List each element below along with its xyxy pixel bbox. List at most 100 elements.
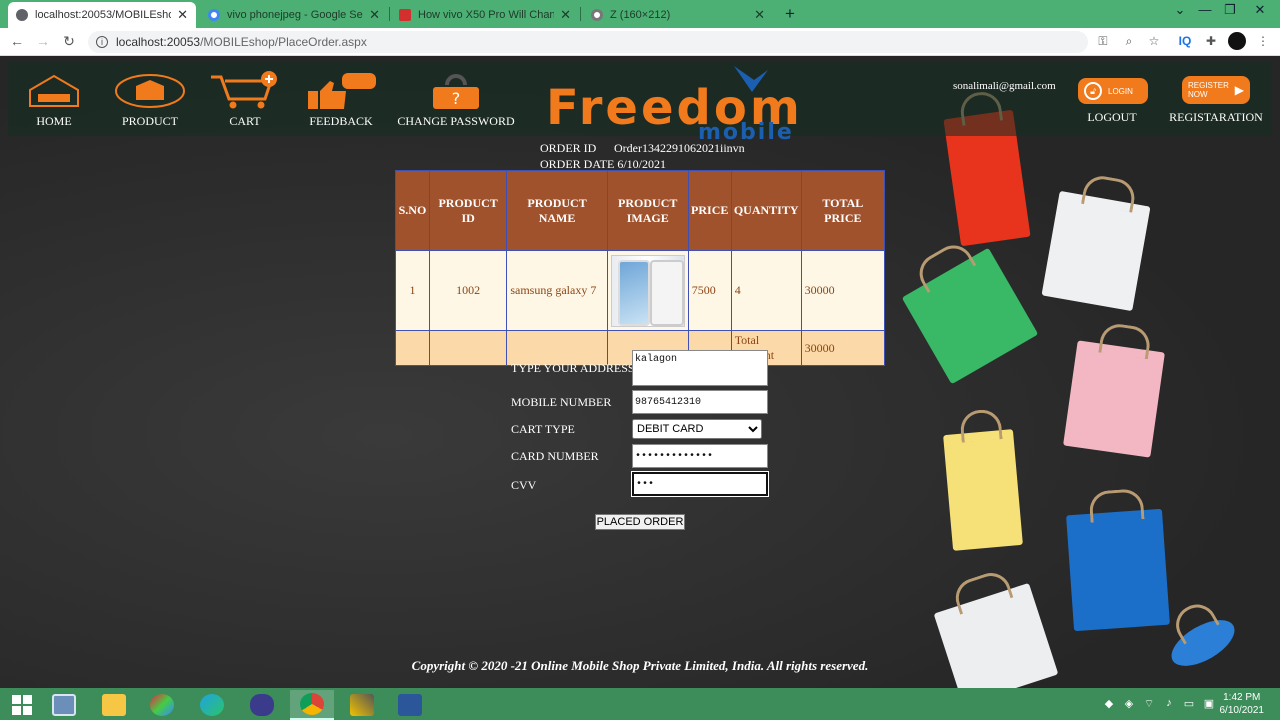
registration-link[interactable]: REGISTARATION: [1168, 110, 1264, 125]
product-box-icon: [112, 70, 188, 112]
globe-icon: [16, 9, 28, 21]
login-badge-label: LOGIN: [1108, 86, 1133, 96]
mobile-label: MOBILE NUMBER: [511, 395, 612, 409]
column-header: PRODUCT ID: [428, 170, 508, 251]
file-explorer-icon[interactable]: [92, 690, 136, 720]
tab-separator: [389, 7, 390, 21]
puzzle-icon[interactable]: ✚: [1202, 34, 1220, 48]
placed-order-button[interactable]: PLACED ORDER: [595, 514, 685, 530]
order-info: ORDER ID Order1342291062021iinvn ORDER DA…: [540, 140, 745, 172]
volume-icon[interactable]: ♪: [1162, 697, 1176, 709]
battery-icon[interactable]: ▭: [1182, 697, 1196, 710]
card-number-field[interactable]: [632, 444, 768, 468]
tray-app-icon[interactable]: ◆: [1102, 697, 1116, 710]
minimize-icon[interactable]: —: [1195, 2, 1215, 17]
word-icon[interactable]: [388, 690, 432, 720]
cvv-field[interactable]: [631, 471, 769, 497]
cell-product-name: samsung galaxy 7: [506, 250, 608, 331]
menu-dots-icon[interactable]: ⋮: [1254, 34, 1272, 48]
globe-icon: [591, 9, 603, 21]
column-header: PRICE: [687, 170, 732, 251]
cart-icon: [208, 70, 282, 112]
order-table: S.NO PRODUCT ID PRODUCT NAME PRODUCT IMA…: [395, 170, 886, 366]
nav-change-password[interactable]: ? CHANGE PASSWORD: [396, 70, 516, 129]
info-icon[interactable]: i: [96, 36, 108, 48]
logout-link[interactable]: LOGOUT: [1080, 110, 1144, 125]
freedom-mobile-logo[interactable]: Freedom mobile: [546, 66, 846, 145]
profile-avatar[interactable]: [1228, 32, 1246, 50]
nav-product[interactable]: PRODUCT: [112, 70, 188, 129]
card-number-label: CARD NUMBER: [511, 449, 599, 463]
total-amount-value: 30000: [800, 330, 886, 366]
zoom-icon[interactable]: ⌕: [1120, 34, 1138, 49]
system-clock[interactable]: 1:42 PM 6/10/2021: [1220, 691, 1265, 717]
computer-icon[interactable]: [42, 690, 86, 720]
shopping-bag-image: [1041, 190, 1151, 312]
google-icon: [208, 9, 220, 21]
browser-tab-active[interactable]: localhost:20053/MOBILEshop/Pla ✕: [8, 2, 196, 28]
table-header-row: S.NO PRODUCT ID PRODUCT NAME PRODUCT IMA…: [395, 170, 886, 251]
back-arrow-icon[interactable]: ←: [8, 33, 26, 49]
web-page: HOME PRODUCT CART FEEDBACK ? CHANGE PASS…: [0, 56, 1280, 688]
new-tab-button[interactable]: +: [780, 4, 800, 24]
close-icon[interactable]: ✕: [560, 7, 571, 23]
network-icon[interactable]: ⌔: [1142, 697, 1156, 711]
register-now-button[interactable]: REGISTER NOW ▶: [1182, 76, 1250, 104]
close-icon[interactable]: ✕: [369, 7, 380, 23]
close-icon[interactable]: ✕: [177, 7, 188, 23]
window-close-icon[interactable]: ✕: [1250, 2, 1270, 18]
browser-tab[interactable]: vivo phonejpeg - Google Search ✕: [200, 2, 388, 28]
column-header: PRODUCT IMAGE: [606, 170, 689, 251]
browser-tab-bar: localhost:20053/MOBILEshop/Pla ✕ vivo ph…: [0, 0, 1280, 28]
clock-date: 6/10/2021: [1219, 705, 1265, 716]
site-header: HOME PRODUCT CART FEEDBACK ? CHANGE PASS…: [8, 62, 1272, 145]
restore-icon[interactable]: ❐: [1220, 2, 1240, 18]
key-icon[interactable]: ⚿: [1094, 34, 1112, 49]
tab-title: How vivo X50 Pro Will Change th: [418, 9, 555, 21]
nav-change-password-label: CHANGE PASSWORD: [397, 114, 515, 128]
tab-search-icon[interactable]: ⌄: [1170, 2, 1190, 18]
windows-taskbar: ◆ ◈ ⌔ ♪ ▭ ▣ 1:42 PM 6/10/2021: [0, 688, 1280, 720]
site-favicon-icon: [399, 9, 411, 21]
tab-title: Z (160×212): [610, 9, 671, 21]
browser-tab[interactable]: Z (160×212) ✕: [583, 2, 773, 28]
cell-product-id: 1002: [428, 250, 508, 331]
thumbs-up-icon: [304, 70, 378, 112]
shopping-bag-image: [1066, 508, 1170, 632]
address-bar[interactable]: i localhost:20053/MOBILEshop/PlaceOrder.…: [88, 31, 1088, 53]
register-badge-label: REGISTER NOW: [1188, 81, 1229, 99]
column-header: TOTAL PRICE: [800, 170, 886, 251]
nav-feedback[interactable]: FEEDBACK: [304, 70, 378, 129]
svg-text:?: ?: [452, 89, 461, 108]
empty-cell: [395, 330, 430, 366]
tray-shield-icon[interactable]: ◈: [1122, 697, 1136, 710]
reload-icon[interactable]: ↻: [60, 33, 78, 50]
nav-feedback-label: FEEDBACK: [309, 114, 373, 128]
arrow-right-icon: ▶: [1234, 83, 1244, 97]
close-icon[interactable]: ✕: [754, 7, 765, 23]
login-badge-button[interactable]: 🔓︎ LOGIN: [1078, 78, 1148, 104]
nav-cart[interactable]: CART: [208, 70, 282, 129]
star-icon[interactable]: ☆: [1145, 34, 1163, 48]
nav-home[interactable]: HOME: [24, 70, 84, 129]
mobile-field[interactable]: [632, 390, 768, 414]
address-field[interactable]: kalagon: [632, 350, 768, 386]
column-header: PRODUCT NAME: [506, 170, 608, 251]
cell-sno: 1: [395, 250, 430, 331]
cell-product-image: [606, 250, 689, 331]
notification-icon[interactable]: ▣: [1202, 697, 1216, 710]
cart-type-select[interactable]: DEBIT CARD: [632, 419, 762, 439]
lock-icon: 🔓︎: [1084, 82, 1102, 100]
forward-arrow-icon[interactable]: →: [34, 33, 52, 49]
windows-start-icon[interactable]: [0, 690, 44, 720]
paint-icon[interactable]: [140, 690, 184, 720]
infinity-app-icon[interactable]: [240, 690, 284, 720]
tools-icon[interactable]: [340, 690, 384, 720]
nav-product-label: PRODUCT: [121, 114, 178, 128]
cart-type-label: CART TYPE: [511, 422, 575, 436]
edge-icon[interactable]: [190, 690, 234, 720]
iq-extension-icon[interactable]: IQ: [1176, 34, 1194, 48]
chrome-icon[interactable]: [290, 690, 334, 720]
table-row: 1 1002 samsung galaxy 7 7500 4 30000: [395, 250, 886, 331]
browser-tab[interactable]: How vivo X50 Pro Will Change th ✕: [391, 2, 579, 28]
